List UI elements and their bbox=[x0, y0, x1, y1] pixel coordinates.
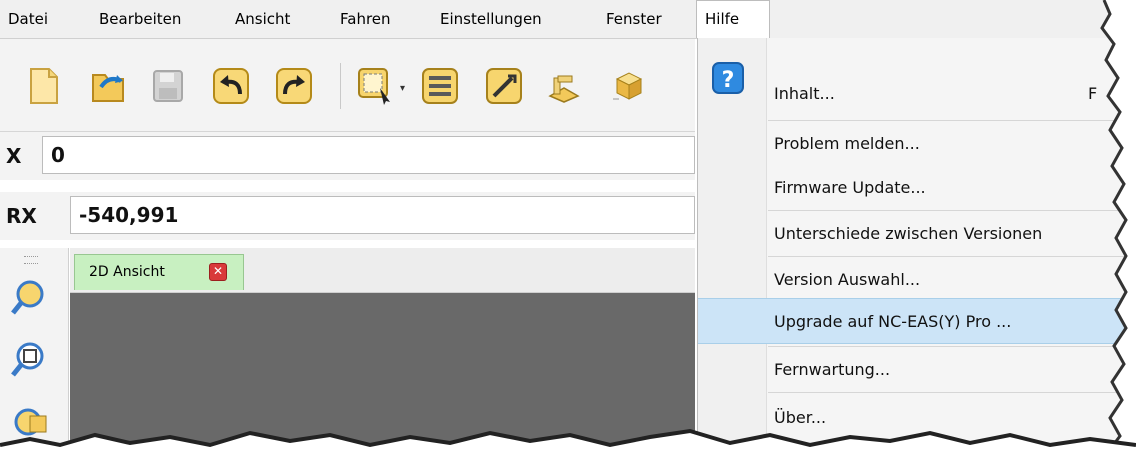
coord-x-label: X bbox=[6, 144, 22, 168]
open-file-icon[interactable] bbox=[86, 64, 130, 108]
toolbar-separator bbox=[340, 63, 341, 109]
tab-2d-ansicht[interactable]: 2D Ansicht ✕ bbox=[74, 254, 244, 290]
machine-icon[interactable] bbox=[542, 64, 586, 108]
svg-text:?: ? bbox=[722, 68, 735, 93]
save-icon[interactable] bbox=[146, 64, 190, 108]
undo-icon[interactable] bbox=[209, 64, 253, 108]
menu-hilfe[interactable]: Hilfe bbox=[696, 0, 770, 38]
torn-edge-bottom bbox=[0, 428, 1136, 465]
torn-edge-right bbox=[1100, 0, 1136, 465]
redo-icon[interactable] bbox=[272, 64, 316, 108]
menu-icon-column bbox=[698, 38, 767, 465]
coord-rx-label: RX bbox=[6, 204, 37, 228]
menu-bar: Datei Bearbeiten Ansicht Fahren Einstell… bbox=[0, 0, 1136, 39]
menu-ansicht[interactable]: Ansicht bbox=[235, 0, 290, 38]
close-icon[interactable]: ✕ bbox=[209, 263, 227, 281]
zoom-icon[interactable] bbox=[10, 278, 50, 318]
chevron-down-icon[interactable]: ▾ bbox=[400, 83, 405, 94]
document-tab-strip: 2D Ansicht ✕ bbox=[70, 248, 695, 293]
coord-row-rx: RX -540,991 bbox=[0, 192, 695, 240]
list-icon[interactable] bbox=[418, 64, 462, 108]
tab-label: 2D Ansicht bbox=[89, 264, 165, 280]
application-window: Datei Bearbeiten Ansicht Fahren Einstell… bbox=[0, 0, 1136, 465]
new-file-icon[interactable] bbox=[22, 64, 66, 108]
menu-datei[interactable]: Datei bbox=[8, 0, 48, 38]
menu-fenster[interactable]: Fenster bbox=[606, 0, 662, 38]
tool-icon[interactable] bbox=[482, 64, 526, 108]
menu-einstellungen[interactable]: Einstellungen bbox=[440, 0, 542, 38]
menu-fahren[interactable]: Fahren bbox=[340, 0, 391, 38]
menu-item-label: Inhalt... bbox=[774, 84, 835, 103]
toolbar-grip[interactable] bbox=[24, 256, 38, 264]
help-menu-dropdown: ? Inhalt... F Problem melden... Firmware… bbox=[697, 38, 1136, 465]
select-area-icon[interactable] bbox=[354, 64, 398, 108]
coord-row-x: X 0 bbox=[0, 132, 695, 180]
menu-bearbeiten[interactable]: Bearbeiten bbox=[99, 0, 181, 38]
help-icon: ? bbox=[712, 62, 744, 94]
zoom-window-icon[interactable] bbox=[10, 340, 50, 380]
coord-rx-field[interactable]: -540,991 bbox=[70, 196, 695, 234]
coord-x-field[interactable]: 0 bbox=[42, 136, 695, 174]
main-toolbar: ▾ bbox=[0, 39, 695, 132]
box-icon[interactable] bbox=[606, 64, 650, 108]
